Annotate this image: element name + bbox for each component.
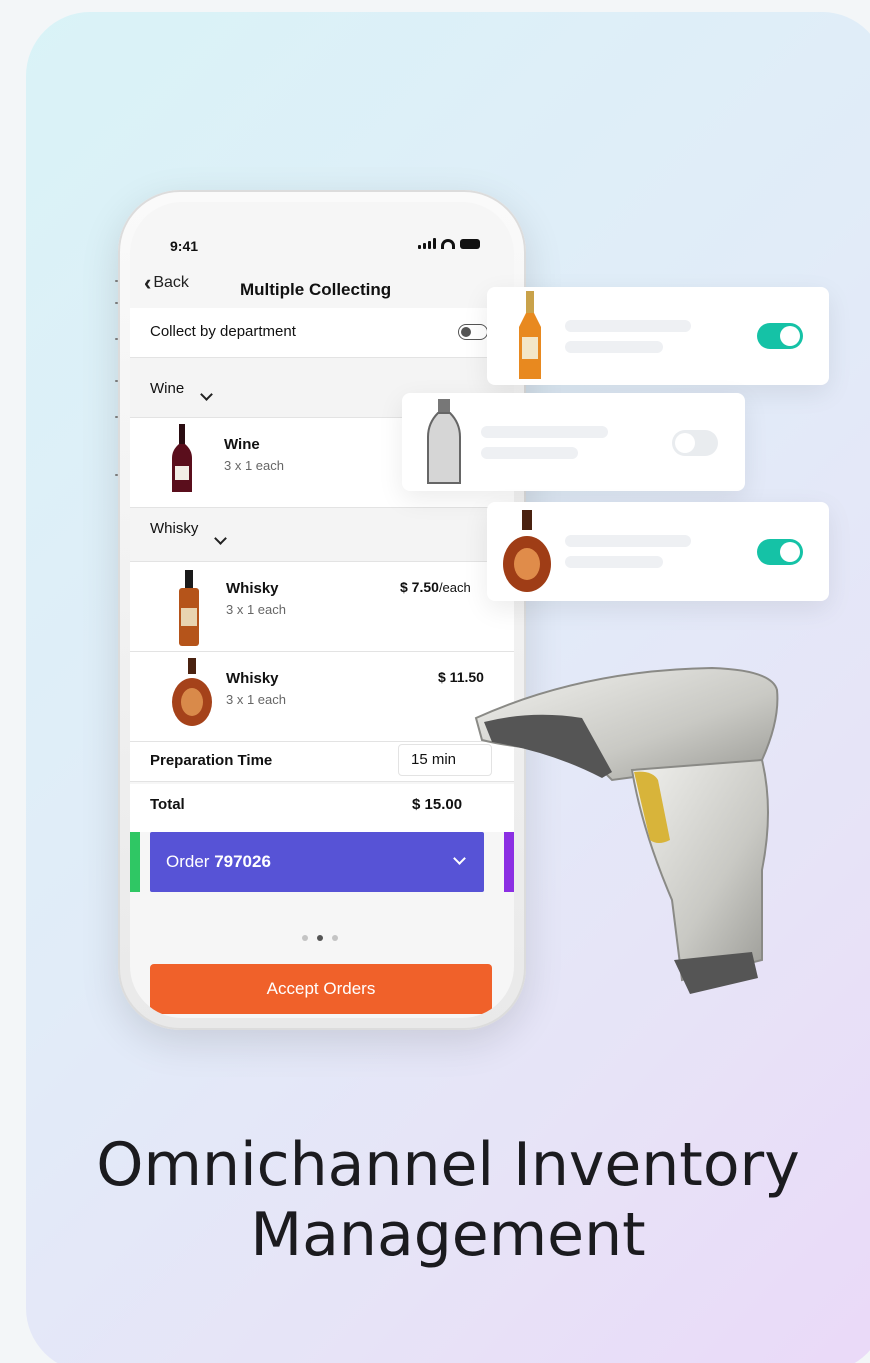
phone-side-button	[115, 416, 118, 418]
order-label: Order 797026	[166, 852, 271, 871]
battery-icon	[460, 238, 480, 249]
section-title: Whisky	[150, 520, 199, 537]
item-name: Whisky	[226, 580, 279, 597]
page-dot-active[interactable]	[317, 935, 323, 941]
list-item[interactable]: Whisky 3 x 1 each $ 11.50	[130, 652, 514, 742]
collect-by-department-toggle[interactable]	[458, 324, 488, 340]
chevron-down-icon	[200, 388, 213, 401]
skeleton-line	[481, 426, 608, 438]
stock-toggle-off[interactable]	[672, 430, 718, 456]
product-card-cognac	[487, 502, 829, 601]
cognac-bottle-icon	[503, 510, 551, 592]
skeleton-line	[565, 556, 663, 568]
back-label: Back	[153, 274, 189, 291]
collect-by-department-label: Collect by department	[150, 323, 296, 340]
total-row: Total $ 15.00	[130, 784, 514, 832]
item-quantity: 3 x 1 each	[224, 458, 284, 473]
phone-side-button	[115, 474, 118, 476]
skeleton-line	[565, 320, 691, 332]
item-name: Wine	[224, 436, 260, 453]
barcode-scanner-image	[474, 666, 779, 994]
item-price: $ 7.50/each	[400, 579, 471, 595]
back-button[interactable]: ‹ Back	[144, 270, 189, 295]
page-title: Multiple Collecting	[240, 280, 392, 299]
skeleton-line	[565, 341, 663, 353]
whisky-bottle-icon	[179, 570, 199, 646]
blank-bottle-icon	[427, 399, 461, 484]
accept-orders-button[interactable]: Accept Orders	[150, 964, 492, 1014]
item-quantity: 3 x 1 each	[226, 692, 286, 707]
cognac-bottle-icon	[172, 658, 212, 726]
total-value: $ 15.00	[412, 796, 463, 813]
list-item[interactable]: Whisky 3 x 1 each $ 7.50/each	[130, 562, 514, 652]
headline-line-1: Omnichannel Inventory	[96, 1130, 800, 1200]
order-dropdown[interactable]: Order 797026	[150, 832, 484, 892]
item-name: Whisky	[226, 670, 279, 687]
phone-side-button	[115, 280, 118, 282]
section-header-whisky[interactable]: Whisky	[130, 508, 514, 562]
phone-side-button	[115, 338, 118, 340]
preparation-time-label: Preparation Time	[150, 752, 273, 769]
wifi-icon	[441, 238, 455, 249]
page-dot[interactable]	[302, 935, 308, 941]
product-card-whisky	[487, 287, 829, 385]
phone-side-button	[115, 380, 118, 382]
chevron-down-icon	[214, 532, 227, 545]
headline-line-2: Management	[250, 1200, 646, 1270]
status-time: 9:41	[170, 238, 199, 254]
product-card-blank	[402, 393, 745, 491]
page-dot[interactable]	[332, 935, 338, 941]
stock-toggle-on[interactable]	[757, 323, 803, 349]
section-title: Wine	[150, 380, 185, 397]
whisky-bottle-icon	[519, 291, 541, 379]
preparation-time-row: Preparation Time 15 min	[130, 742, 514, 782]
stock-toggle-on[interactable]	[757, 539, 803, 565]
signal-icon	[418, 238, 436, 249]
nav-bar: ‹ Back Multiple Collecting	[130, 270, 514, 310]
wine-bottle-icon	[172, 424, 192, 492]
item-quantity: 3 x 1 each	[226, 602, 286, 617]
total-label: Total	[150, 796, 185, 813]
page-indicator	[302, 935, 338, 941]
chevron-left-icon: ‹	[144, 270, 152, 295]
headline: Omnichannel Inventory Management	[26, 1130, 870, 1270]
previous-order-edge[interactable]	[130, 832, 140, 892]
collect-by-department-row: Collect by department	[130, 308, 514, 358]
phone-side-button	[115, 302, 118, 304]
status-icons	[418, 238, 480, 249]
skeleton-line	[565, 535, 691, 547]
phone-screen: 9:41 ‹ Back Multiple Collecting Collect …	[130, 202, 514, 1018]
skeleton-line	[481, 447, 578, 459]
